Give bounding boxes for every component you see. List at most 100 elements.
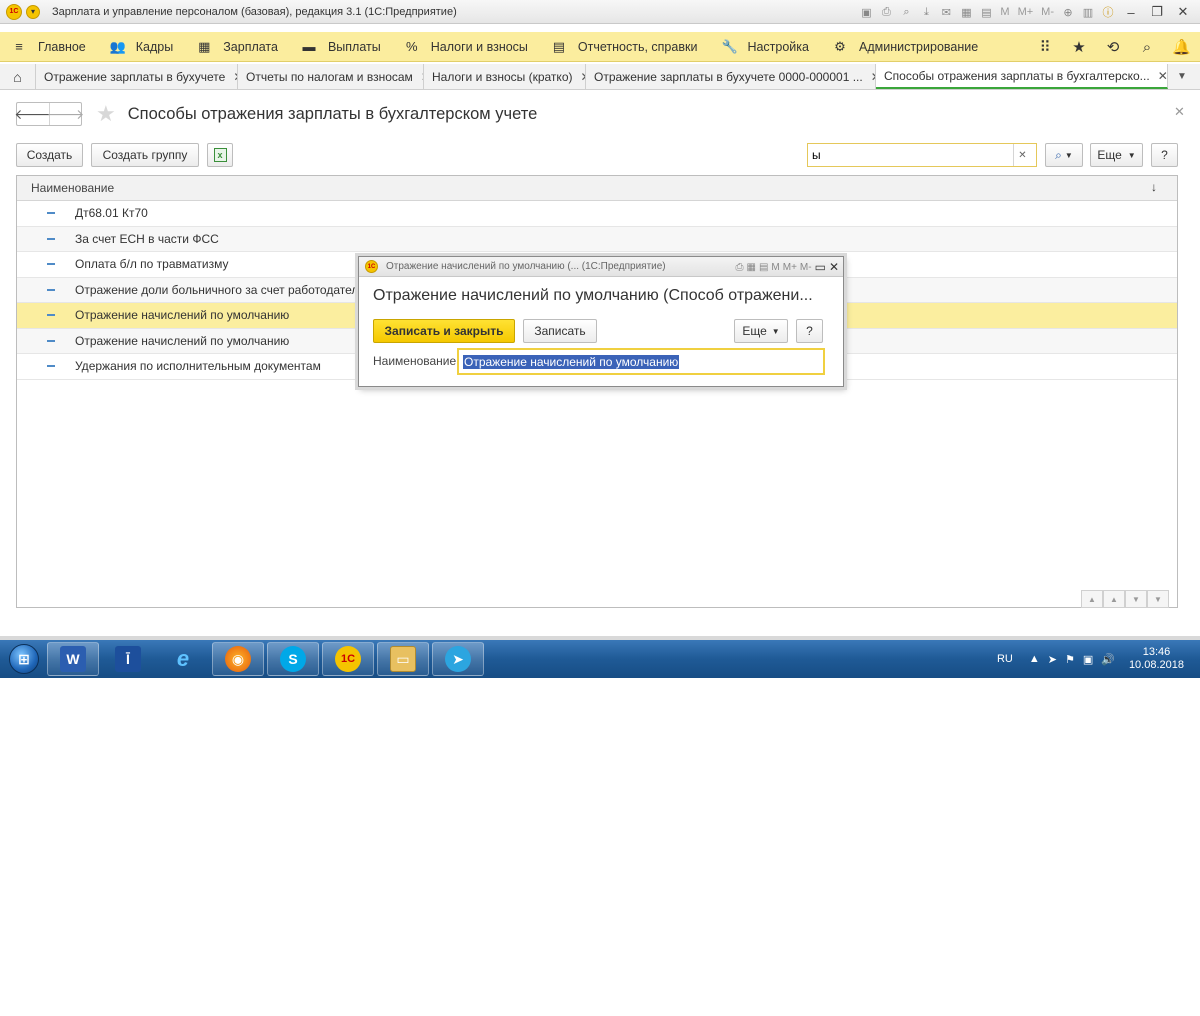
zoom-icon[interactable]: ⊕	[1060, 4, 1076, 20]
report-icon: ▤	[552, 38, 566, 54]
taskbar-skype[interactable]: S	[267, 642, 319, 676]
section-hr[interactable]: 👥 Кадры	[98, 32, 185, 62]
telegram-tray-icon[interactable]: ➤	[1048, 653, 1057, 666]
tab-salary-accounting[interactable]: Отражение зарплаты в бухучете✕	[36, 64, 238, 89]
memory-plus-button[interactable]: M+	[1016, 4, 1036, 20]
clock[interactable]: 13:46 10.08.2018	[1129, 646, 1184, 672]
tab-accounting-methods[interactable]: Способы отражения зарплаты в бухгалтерск…	[876, 64, 1168, 89]
memory-minus-button[interactable]: M-	[1039, 4, 1056, 20]
create-group-button[interactable]: Создать группу	[91, 143, 199, 167]
scroll-up-icon[interactable]: ▲	[1103, 590, 1125, 608]
sort-arrow-icon[interactable]: ↓	[1151, 180, 1157, 194]
windows-taskbar: ⊞ W Ī e ◉ S 1С ▭ ➤ RU ▲ ➤ ⚑ ▣ 🔊 13:46 10…	[0, 640, 1200, 678]
calculator-tool-icon[interactable]: ▦	[747, 262, 756, 273]
section-settings[interactable]: 🔧 Настройка	[709, 32, 821, 62]
home-icon[interactable]: ⌂	[0, 64, 36, 89]
edit-dialog: 1С Отражение начислений по умолчанию (..…	[358, 256, 844, 387]
history-icon[interactable]: ⟲	[1104, 38, 1122, 56]
print-icon[interactable]: ⎙	[736, 262, 744, 273]
list-navigation: ▲ ▲ ▼ ▼	[1081, 590, 1169, 608]
taskbar-app[interactable]: Ī	[102, 642, 154, 676]
minimize-icon[interactable]: –	[1120, 3, 1142, 21]
tab-tax-reports[interactable]: Отчеты по налогам и взносам✕	[238, 64, 424, 89]
back-arrow-icon[interactable]: 🡐	[14, 103, 52, 125]
tab-taxes-brief[interactable]: Налоги и взносы (кратко)✕	[424, 64, 586, 89]
close-window-icon[interactable]: ✕	[1172, 3, 1194, 21]
tabs-list-icon[interactable]: ▼	[1168, 64, 1196, 89]
taskbar-telegram[interactable]: ➤	[432, 642, 484, 676]
close-tab-icon[interactable]: ✕	[1158, 69, 1167, 83]
search-icon[interactable]: ⌕	[1138, 39, 1156, 56]
tray-expand-icon[interactable]: ▲	[1029, 653, 1040, 665]
create-button[interactable]: Создать	[16, 143, 83, 167]
save-and-close-button[interactable]: Записать и закрыть	[373, 319, 515, 343]
functions-grid-icon[interactable]: ⠿	[1036, 38, 1054, 56]
close-form-icon[interactable]: ✕	[1174, 104, 1185, 120]
name-field[interactable]: Отражение начислений по умолчанию	[457, 348, 825, 375]
dialog-more-button[interactable]: Еще ▼	[734, 319, 788, 343]
section-reports[interactable]: ▤ Отчетность, справки	[540, 32, 710, 62]
section-admin[interactable]: ⚙ Администрирование	[821, 32, 990, 62]
taskbar-firefox[interactable]: ◉	[212, 642, 264, 676]
section-main[interactable]: ≡ Главное	[0, 32, 98, 62]
calculator-tool-icon[interactable]: ▦	[958, 4, 974, 20]
memory-plus-button[interactable]: M+	[783, 262, 797, 273]
section-payments[interactable]: ▬ Выплаты	[290, 32, 393, 62]
search-options-button[interactable]: ⌕ ▼	[1045, 143, 1083, 167]
word-icon: W	[60, 646, 86, 672]
flag-icon[interactable]: ⚑	[1065, 653, 1075, 666]
window-title: Зарплата и управление персоналом (базова…	[52, 5, 457, 18]
app-logo-icon[interactable]: 1С	[6, 3, 22, 20]
scroll-top-icon[interactable]: ▲	[1081, 590, 1103, 608]
save-button[interactable]: Записать	[523, 319, 597, 343]
calendar-icon[interactable]: ▤	[978, 4, 994, 20]
clear-search-icon[interactable]: ✕	[1013, 144, 1031, 166]
taskbar-explorer[interactable]: ▭	[377, 642, 429, 676]
taskbar-ie[interactable]: e	[157, 642, 209, 676]
list-column-header[interactable]: Наименование ↓	[17, 176, 1177, 201]
dialog-help-button[interactable]: ?	[796, 319, 823, 343]
item-icon	[47, 288, 55, 291]
search-field[interactable]: ✕	[807, 143, 1037, 167]
memory-minus-button[interactable]: M-	[800, 262, 812, 273]
forward-arrow-icon[interactable]: 🡒	[47, 103, 84, 125]
taskbar-1c[interactable]: 1С	[322, 642, 374, 676]
favorites-star-icon[interactable]: ★	[1070, 38, 1088, 56]
section-taxes[interactable]: % Налоги и взносы	[393, 32, 540, 62]
excel-export-icon[interactable]: x	[207, 143, 233, 167]
scroll-bottom-icon[interactable]: ▼	[1147, 590, 1169, 608]
list-item[interactable]: За счет ЕСН в части ФСС	[17, 226, 1177, 252]
help-button[interactable]: ?	[1151, 143, 1178, 167]
start-button[interactable]: ⊞	[4, 641, 44, 677]
search-input[interactable]	[808, 145, 1013, 165]
network-icon[interactable]: ▣	[1083, 653, 1093, 666]
language-indicator[interactable]: RU	[997, 653, 1013, 665]
maximize-icon[interactable]: ▭	[815, 260, 826, 274]
system-tray: RU ▲ ➤ ⚑ ▣ 🔊 13:46 10.08.2018	[997, 640, 1184, 678]
scroll-down-icon[interactable]: ▼	[1125, 590, 1147, 608]
export-icon[interactable]: ⤓	[918, 4, 934, 20]
tab-salary-accounting-doc[interactable]: Отражение зарплаты в бухучете 0000-00000…	[586, 64, 876, 89]
memory-button[interactable]: M	[771, 262, 779, 273]
taskbar-word[interactable]: W	[47, 642, 99, 676]
panels-icon[interactable]: ▥	[1080, 4, 1096, 20]
calendar-icon[interactable]: ▤	[759, 262, 768, 273]
close-dialog-icon[interactable]: ✕	[829, 260, 839, 274]
list-item[interactable]: Дт68.01 Кт70	[17, 201, 1177, 227]
name-field-value[interactable]: Отражение начислений по умолчанию	[463, 354, 680, 369]
print-icon[interactable]: ⎙	[878, 4, 894, 20]
more-button[interactable]: Еще ▼	[1090, 143, 1143, 167]
maximize-icon[interactable]: ❐	[1146, 3, 1168, 21]
mail-icon[interactable]: ✉	[938, 4, 954, 20]
add-favorite-star-icon[interactable]: ★	[96, 101, 116, 127]
save-icon[interactable]: ▣	[858, 4, 874, 20]
preview-icon[interactable]: ⌕	[898, 4, 914, 20]
dialog-window-title: Отражение начислений по умолчанию (... (…	[386, 261, 666, 272]
volume-icon[interactable]: 🔊	[1101, 653, 1115, 666]
firefox-icon: ◉	[225, 646, 251, 672]
section-salary[interactable]: ▦ Зарплата	[185, 32, 290, 62]
notifications-bell-icon[interactable]: 🔔	[1172, 38, 1191, 56]
memory-button[interactable]: M	[998, 4, 1011, 20]
info-icon[interactable]: ⓘ	[1100, 4, 1116, 20]
main-menu-icon[interactable]: ▾	[26, 4, 40, 19]
